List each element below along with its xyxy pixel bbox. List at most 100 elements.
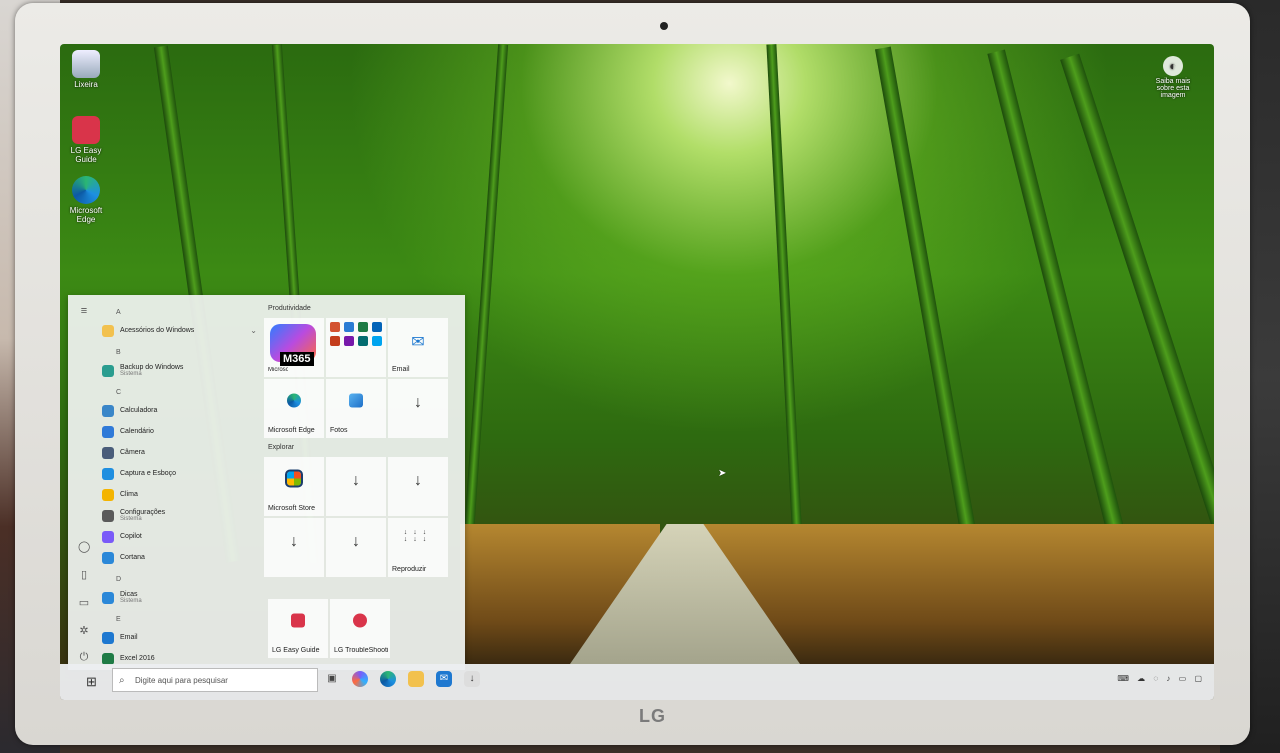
snip-icon (102, 467, 114, 480)
app-list-letter-header[interactable]: D (116, 576, 257, 583)
app-list-item[interactable]: Dicas Sistema (102, 587, 257, 608)
tile-photos[interactable]: Fotos (326, 379, 386, 438)
tile-download-placeholder[interactable]: ↓ (326, 518, 386, 577)
settings-gear-icon[interactable]: ✲ (78, 625, 90, 637)
app-list-item[interactable]: Backup do Windows Sistema (102, 360, 257, 381)
app-list-item-label: Copilot (120, 533, 142, 540)
tile-email[interactable]: ✉ Email (388, 318, 448, 377)
tile-download-placeholder[interactable]: ↓ (388, 379, 448, 438)
windows-start-icon[interactable]: ⊞ (86, 674, 97, 690)
app-list-item[interactable]: Câmera (102, 442, 257, 463)
pictures-icon[interactable]: ▭ (78, 597, 90, 609)
learn-about-picture[interactable]: ◐ Saiba mais sobre esta imagem (1146, 56, 1200, 99)
start-menu-rail: ≡ ◯ ▯ ▭ ✲ ⏻ (68, 295, 100, 670)
tile-play-folder[interactable]: ↓↓↓ ↓↓↓ Reproduzir (388, 518, 448, 577)
wallpaper-bamboo (874, 46, 982, 562)
copilot-icon[interactable] (352, 671, 368, 687)
documents-icon[interactable]: ▯ (78, 569, 90, 581)
lg-troubleshooting-icon (353, 613, 367, 632)
app-list-item-label: Backup do Windows (120, 364, 184, 371)
tile-lg-easy-guide[interactable]: LG Easy Guide (268, 599, 328, 658)
app-list-item[interactable]: Cortana (102, 547, 257, 568)
app-list-letter-header[interactable]: A (116, 309, 257, 316)
brand-logo: LG (639, 706, 666, 726)
app-list-item-label: Dicas (120, 591, 138, 598)
desktop-icon-label: Lixeira (74, 80, 98, 89)
download-icon: ↓ (414, 393, 422, 411)
app-list-item-label: Cortana (120, 554, 145, 561)
app-list-item[interactable]: Calendário (102, 421, 257, 442)
app-list-item-text: Backup do Windows Sistema (120, 364, 183, 377)
hamburger-menu-icon[interactable]: ≡ (78, 305, 90, 317)
app-list-item-label: Câmera (120, 449, 145, 456)
keyboard-icon[interactable]: ⌨ (1117, 674, 1129, 683)
volume-icon[interactable]: ♪ (1166, 674, 1170, 683)
tile-microsoft-store[interactable]: Microsoft Store (264, 457, 324, 516)
notifications-icon[interactable]: ▢ (1194, 674, 1202, 683)
chevron-down-icon[interactable]: ⌄ (250, 326, 257, 335)
app-list-letter-header[interactable]: C (116, 389, 257, 396)
tile-download-placeholder[interactable]: ↓ (264, 518, 324, 577)
edge-icon (287, 393, 301, 412)
network-icon[interactable]: ◌ (1153, 674, 1158, 683)
search-placeholder: Digite aqui para pesquisar (135, 676, 228, 685)
app-list-item[interactable]: Configurações Sistema (102, 505, 257, 526)
calculator-icon (102, 404, 114, 417)
recycle-bin-icon (72, 50, 100, 78)
excel-icon (102, 652, 114, 665)
tile-label: Fotos (330, 427, 348, 434)
app-list-letter-header[interactable]: E (116, 616, 257, 623)
app-list-item-label: Acessórios do Windows (120, 327, 195, 334)
tile-office-apps[interactable] (326, 318, 386, 377)
app-list-letter-header[interactable]: B (116, 349, 257, 356)
weather-icon (102, 488, 114, 501)
office-app-icon (330, 336, 340, 346)
wallpaper-bamboo (766, 44, 804, 564)
office-app-icon (330, 322, 340, 332)
user-account-icon[interactable]: ◯ (78, 541, 90, 553)
webcam-icon (660, 22, 668, 30)
onedrive-icon[interactable]: ☁ (1137, 674, 1145, 683)
tips-icon (102, 591, 114, 604)
wallpaper-bamboo (987, 49, 1131, 559)
edge-icon[interactable] (380, 671, 396, 687)
photos-icon (349, 393, 363, 412)
desktop-icon-label: Microsoft Edge (69, 206, 103, 224)
camera-icon (102, 446, 114, 459)
tile-lg-troubleshooting[interactable]: LG TroubleShooti... (330, 599, 390, 658)
app-list-item[interactable]: Calculadora (102, 400, 257, 421)
folder-icon (102, 324, 114, 337)
task-view-icon[interactable]: ▣ (324, 671, 340, 687)
desktop-icon-edge[interactable]: Microsoft Edge (60, 176, 112, 224)
copilot-icon (102, 530, 114, 543)
file-explorer-icon[interactable] (408, 671, 424, 687)
group-title-productivity: Produtividade (268, 305, 311, 312)
download-icon: ↓ (352, 532, 360, 550)
app-list-item[interactable]: Copilot (102, 526, 257, 547)
app-list-item-text: Acessórios do Windows (120, 327, 194, 334)
app-list-item[interactable]: Captura e Esboço (102, 463, 257, 484)
system-tray: ⌨ ☁ ◌ ♪ ▭ ▢ (1111, 674, 1202, 683)
app-list-item[interactable]: Clima (102, 484, 257, 505)
tile-download-placeholder[interactable]: ↓ (326, 457, 386, 516)
desktop-icon-recycle-bin[interactable]: Lixeira (60, 50, 112, 89)
app-list-item-label: Calendário (120, 428, 154, 435)
app-list-item[interactable]: Acessórios do Windows ⌄ (102, 320, 257, 341)
app-list-item-label: Captura e Esboço (120, 470, 177, 477)
app-list-item[interactable]: Email (102, 627, 257, 648)
tile-download-placeholder[interactable]: ↓ (388, 457, 448, 516)
tile-microsoft-365[interactable]: M365 Microsoft 365 (264, 318, 324, 377)
wallpaper-bamboo (1060, 53, 1214, 555)
tile-label: Microsoft 365 (268, 367, 288, 373)
tile-microsoft-edge[interactable]: Microsoft Edge (264, 379, 324, 438)
app-list-item-label: Email (120, 634, 138, 641)
download-icon[interactable]: ↓ (464, 671, 480, 687)
power-icon[interactable]: ⏻ (78, 651, 90, 663)
mail-icon (102, 631, 114, 644)
taskbar-search-box[interactable]: ⌕ Digite aqui para pesquisar (112, 668, 318, 692)
app-list-item-text: Cortana (120, 554, 145, 561)
mail-icon[interactable]: ✉ (436, 671, 452, 687)
desktop-icon-lg-easy-guide[interactable]: LG Easy Guide (60, 116, 112, 164)
office-app-icon (344, 336, 354, 346)
clock-area[interactable]: ▭ (1179, 674, 1187, 683)
